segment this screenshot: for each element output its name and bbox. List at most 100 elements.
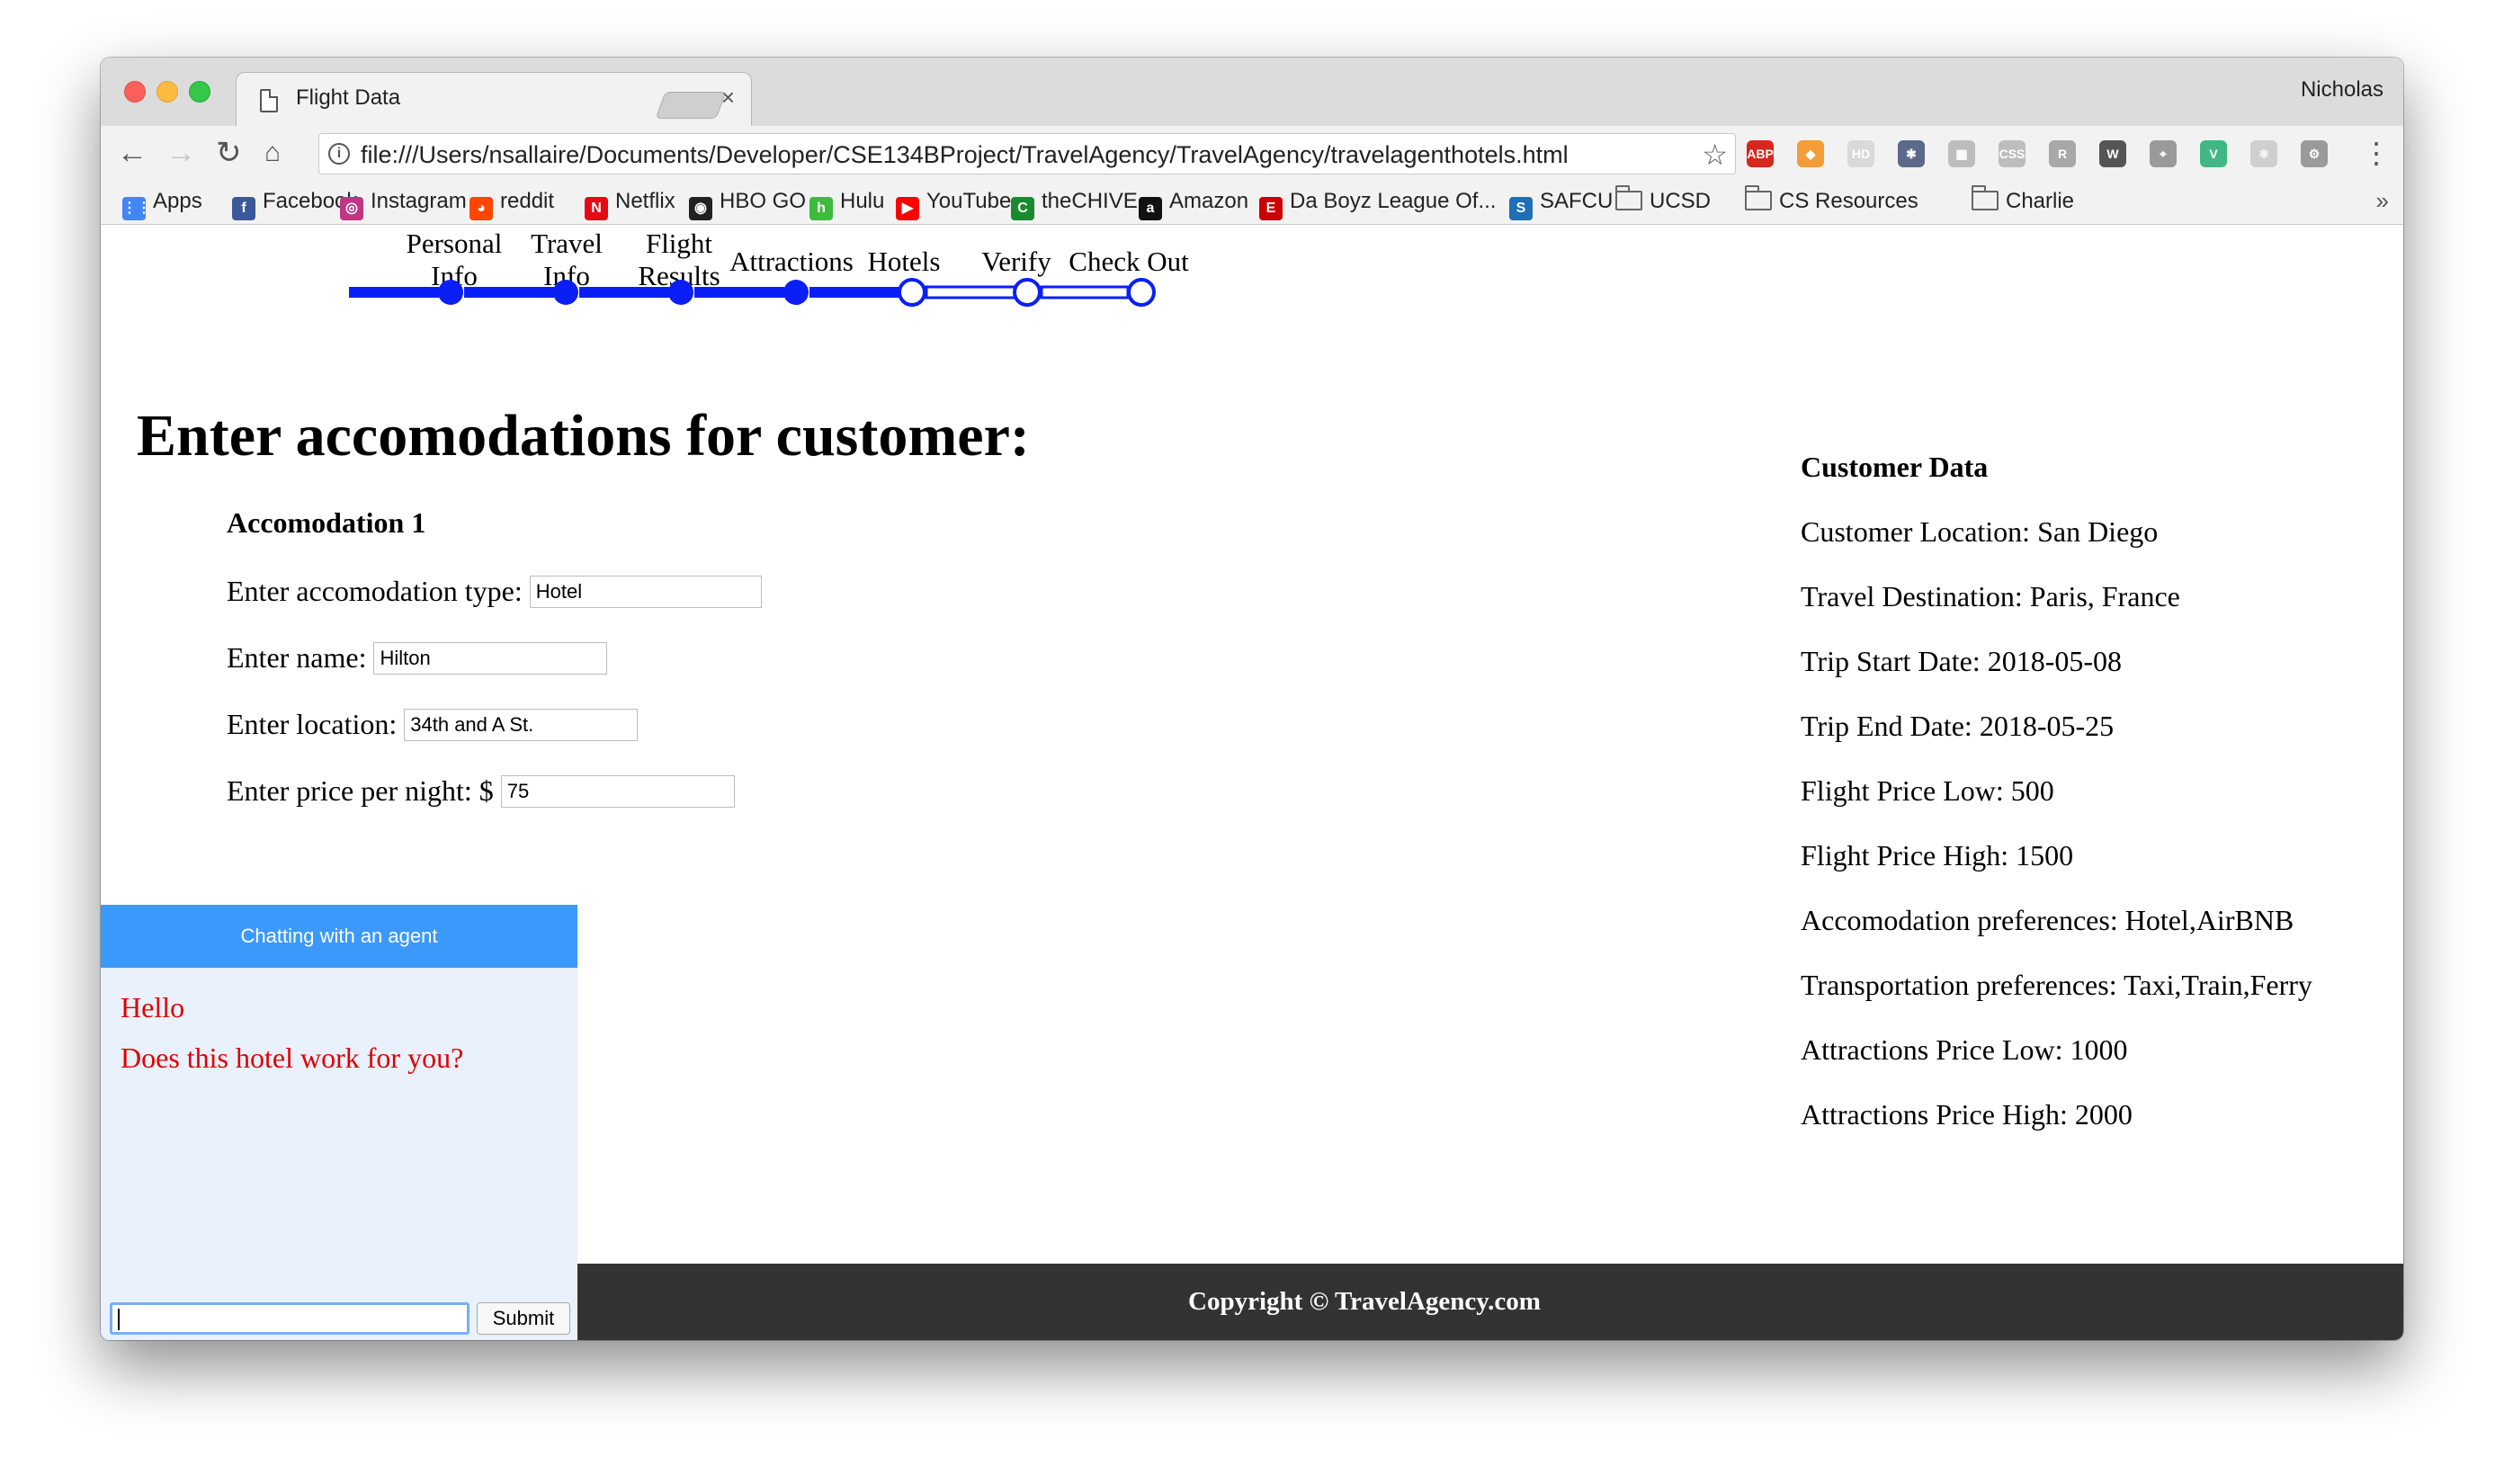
info-icon[interactable]: i [328,143,350,165]
home-icon[interactable]: ⌂ [264,133,281,173]
bookmark-ucsd[interactable]: UCSD [1615,185,1711,214]
adblock-plus-icon[interactable]: ABP [1747,140,1774,167]
customer-data-line: Flight Price Low: 500 [1801,774,2054,807]
tab-strip: Flight Data × Nicholas [101,58,2403,126]
gear-extension-icon[interactable]: ✱ [1898,140,1925,167]
bookmark-facebook[interactable]: f Facebook [232,189,357,220]
bookmark-label: Hulu [840,189,885,213]
instagram-icon: ◎ [340,197,363,220]
bookmark-label: reddit [500,189,555,213]
profile-name[interactable]: Nicholas [2301,77,2383,103]
progress-node-done [553,280,578,305]
customer-data-line: Transportation preferences: Taxi,Train,F… [1801,969,2312,1001]
extension-orange-icon[interactable]: ◆ [1797,140,1824,167]
location-input[interactable] [404,709,639,741]
footer-copyright: Copyright © TravelAgency.com [1188,1287,1541,1316]
bookmark-netflix[interactable]: N Netflix [585,189,675,220]
progress-bar [349,278,1156,307]
bookmark-hulu[interactable]: h Hulu [809,189,884,220]
text-caret [118,1309,120,1330]
bookmark-apps[interactable]: ⋮⋮Apps [122,189,202,220]
reddit-icon: ◕ [470,197,493,220]
accommodation-type-input[interactable] [529,576,762,608]
url-text[interactable]: file:///Users/nsallaire/Documents/Develo… [361,141,1569,169]
close-window-button[interactable] [124,81,146,103]
bookmarks-overflow-icon[interactable]: » [2376,187,2389,215]
progress-segment [579,287,669,298]
progress-node-todo [1127,278,1156,307]
bookmark-amazon[interactable]: a Amazon [1139,189,1248,220]
forward-icon[interactable]: → [165,133,196,173]
bookmark-cs-resources[interactable]: CS Resources [1745,185,1918,214]
browser-toolbar: ← → ↻ ⌂ i file:///Users/nsallaire/Docume… [101,126,2403,180]
safcu-icon: S [1509,197,1533,220]
browser-window: Flight Data × Nicholas ← → ↻ ⌂ i file://… [101,58,2403,1340]
address-bar[interactable]: i file:///Users/nsallaire/Documents/Deve… [318,133,1736,174]
bookmark-safcu[interactable]: S SAFCU [1509,189,1613,220]
amazon-icon: a [1139,197,1162,220]
vue-devtools-icon[interactable]: V [2200,140,2227,167]
page-title: Enter accomodations for customer: [137,403,1030,469]
hd-extension-icon[interactable]: HD [1847,140,1874,167]
progress-segment [925,285,1016,299]
price-input[interactable] [500,775,735,808]
new-tab-button[interactable] [655,92,727,119]
progress-node-done [438,280,463,305]
chat-submit-button[interactable]: Submit [477,1302,570,1335]
extension-grey-icon-2[interactable]: CSS [1999,140,2026,167]
price-label: Enter price per night: $ [227,774,494,807]
customer-data-line: Travel Destination: Paris, France [1801,580,2180,612]
wordpress-icon[interactable]: W [2099,140,2126,167]
bookmark-thechive[interactable]: CtheCHIVE [1011,189,1138,220]
bookmark-star-icon[interactable]: ☆ [1702,138,1728,172]
accommodation-type-row: Enter accomodation type: [227,575,762,608]
bookmarks-bar: ⋮⋮Apps f Facebook ◎ Instagram ◕ reddit N Netflix… [101,180,2403,225]
location-row: Enter location: [227,708,639,741]
netflix-icon: N [585,197,608,220]
zoom-window-button[interactable] [189,81,210,103]
chat-input[interactable] [110,1302,470,1335]
folder-icon [1745,185,1772,210]
customer-data-title: Customer Data [1801,451,1989,483]
name-input[interactable] [373,642,608,675]
customer-data-line: Attractions Price High: 2000 [1801,1098,2133,1131]
apps-grid-icon: ⋮⋮ [122,197,151,220]
accommodation-type-label: Enter accomodation type: [227,575,523,607]
customer-data-line: Customer Location: San Diego [1801,515,2159,548]
minimize-window-button[interactable] [156,81,178,103]
page-content: Personal Info Travel Info Flight Results At… [101,226,2403,1340]
bookmark-label: YouTube [926,189,1012,213]
chat-panel: Chatting with an agent Hello Does this h… [101,905,577,1340]
back-icon[interactable]: ← [117,133,148,173]
progress-segment [809,287,899,298]
hbo-icon: ◉ [689,197,712,220]
progress-node-done [783,280,809,305]
bookmark-charlie[interactable]: Charlie [1972,185,2074,214]
bookmark-label: HBO GO [720,189,807,213]
progress-segment [694,287,784,298]
progress-node-done [668,280,693,305]
customer-data-line: Attractions Price Low: 1000 [1801,1033,2128,1066]
bookmark-hbo-go[interactable]: ◉ HBO GO [689,189,806,220]
bookmark-instagram[interactable]: ◎ Instagram [340,189,467,220]
thechive-icon: C [1011,197,1034,220]
menu-icon[interactable]: ⋮ [2362,133,2391,173]
facebook-icon: f [232,197,255,220]
bookmark-label: CS Resources [1779,189,1918,213]
extension-pin-icon[interactable]: ⌖ [2150,140,2177,167]
progress-segment [464,287,554,298]
bookmark-label: Apps [153,189,202,213]
name-label: Enter name: [227,641,367,674]
bookmark-youtube[interactable]: ▶ YouTube [896,189,1011,220]
chat-message: Does this hotel work for you? [121,1041,464,1074]
react-devtools-icon[interactable]: ⚛ [2250,140,2277,167]
youtube-icon: ▶ [896,197,919,220]
bookmark-label: SAFCU [1540,189,1614,213]
settings-extension-icon[interactable]: ⚙ [2301,140,2328,167]
reload-icon[interactable]: ↻ [216,133,242,173]
bookmark-label: Da Boyz League Of... [1290,189,1497,213]
bookmark-da-boyz-league-of[interactable]: E Da Boyz League Of... [1259,189,1496,220]
bookmark-reddit[interactable]: ◕ reddit [470,189,554,220]
extension-grey-icon-3[interactable]: R [2049,140,2076,167]
extension-grey-icon-1[interactable]: ▦ [1948,140,1975,167]
